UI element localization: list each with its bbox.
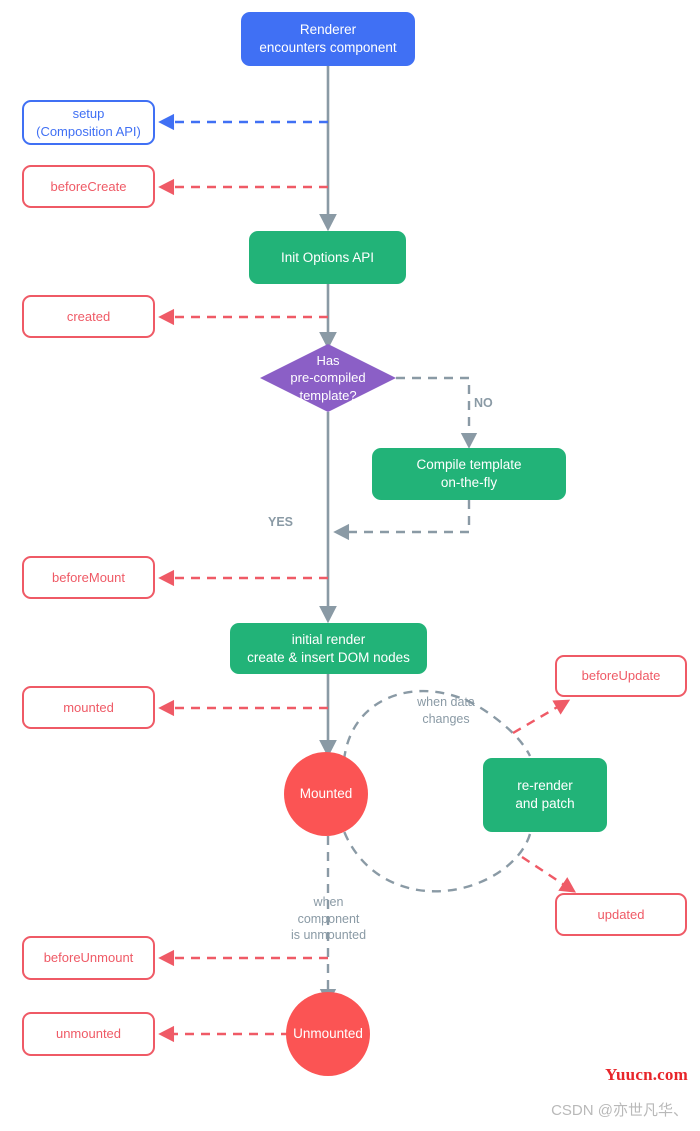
- node-re-render-label: re-render and patch: [515, 778, 575, 811]
- node-re-render: re-render and patch: [483, 758, 607, 832]
- node-before-unmount-label: beforeUnmount: [43, 950, 134, 966]
- edge-label-when-unmounted-text: when component is unmounted: [290, 895, 367, 942]
- node-renderer: Renderer encounters component: [241, 12, 415, 66]
- edge-compile-back-to-spine: [333, 500, 471, 541]
- node-mounted-state: Mounted: [284, 752, 368, 836]
- node-unmounted-hook: unmounted: [22, 1012, 155, 1056]
- node-setup: setup (Composition API): [22, 100, 155, 145]
- node-unmounted-state-label: Unmounted: [293, 1026, 363, 1042]
- edge-label-yes-text: YES: [268, 515, 294, 530]
- edge-label-no: NO: [474, 379, 493, 412]
- node-before-create-label: beforeCreate: [50, 178, 127, 194]
- diagram-canvas: Renderer encounters component setup (Com…: [0, 0, 700, 1131]
- node-updated: updated: [555, 893, 687, 936]
- watermark-site: Yuucn.com: [605, 1065, 688, 1085]
- watermark-author-text: CSDN @亦世凡华、: [551, 1102, 688, 1119]
- node-setup-label: setup (Composition API): [36, 106, 141, 139]
- node-before-update-label: beforeUpdate: [581, 668, 661, 684]
- node-init-options-api: Init Options API: [249, 231, 406, 284]
- node-compile-template-label: Compile template on-the-fly: [416, 457, 522, 490]
- node-before-update: beforeUpdate: [555, 655, 687, 697]
- node-compile-template: Compile template on-the-fly: [372, 448, 566, 500]
- node-has-precompiled-template: Has pre-compiled template?: [260, 344, 396, 412]
- node-initial-render-label: initial render create & insert DOM nodes: [247, 631, 410, 665]
- edge-label-when-data-changes-text: when data changes: [417, 695, 475, 726]
- node-initial-render: initial render create & insert DOM nodes: [230, 623, 427, 674]
- node-created: created: [22, 295, 155, 338]
- node-mounted-hook-label: mounted: [63, 699, 114, 715]
- node-init-options-api-label: Init Options API: [280, 249, 375, 265]
- edge-label-yes: YES: [268, 498, 293, 531]
- edge-label-when-data-changes: when data changes: [398, 678, 494, 727]
- node-before-create: beforeCreate: [22, 165, 155, 208]
- edge-label-when-unmounted: when component is unmounted: [276, 878, 381, 943]
- edge-to-updated: [521, 855, 577, 893]
- decision-text: Has pre-compiled template?: [290, 353, 366, 403]
- node-before-mount-label: beforeMount: [52, 569, 125, 585]
- node-created-label: created: [66, 308, 111, 324]
- node-renderer-label: Renderer encounters component: [259, 22, 397, 55]
- node-has-precompiled-template-label: Has pre-compiled template?: [260, 344, 396, 412]
- node-mounted-hook: mounted: [22, 686, 155, 729]
- node-before-mount: beforeMount: [22, 556, 155, 599]
- edge-to-beforeupdate: [512, 699, 571, 735]
- edge-label-no-text: NO: [474, 396, 493, 411]
- watermark-site-text: Yuucn.com: [605, 1065, 688, 1084]
- edge-decision-no-to-compile: [396, 376, 478, 449]
- node-before-unmount: beforeUnmount: [22, 936, 155, 980]
- watermark-author: CSDN @亦世凡华、: [551, 1099, 688, 1120]
- node-mounted-state-label: Mounted: [299, 786, 353, 802]
- node-updated-label: updated: [597, 906, 645, 922]
- node-unmounted-hook-label: unmounted: [55, 1026, 122, 1042]
- node-unmounted-state: Unmounted: [286, 992, 370, 1076]
